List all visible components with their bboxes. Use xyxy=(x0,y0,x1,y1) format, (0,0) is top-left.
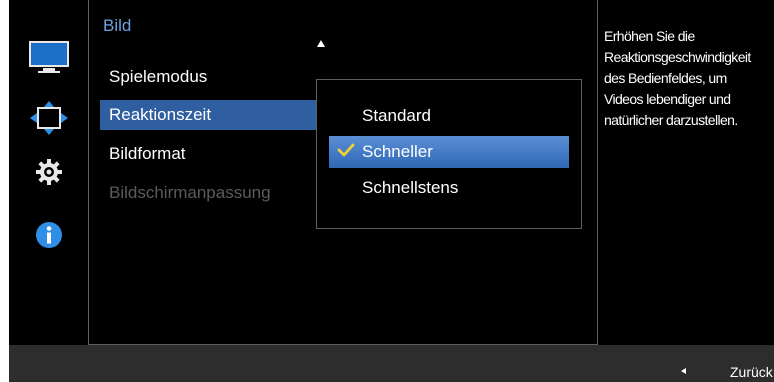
back-button[interactable]: Zurück xyxy=(730,364,773,380)
checkmark-icon xyxy=(337,143,355,157)
gear-icon[interactable] xyxy=(9,154,88,190)
help-line: natürlicher darzustellen. xyxy=(604,112,738,128)
help-line: Reaktionsgeschwindigkeit xyxy=(604,49,751,65)
back-arrow-icon[interactable] xyxy=(681,368,686,374)
option-schneller[interactable]: Schneller xyxy=(362,142,433,162)
bottom-bar xyxy=(9,345,774,382)
menu-item-bildformat[interactable]: Bildformat xyxy=(109,144,186,164)
info-icon[interactable] xyxy=(9,217,88,253)
reaction-time-submenu: Standard Schneller Schnellstens xyxy=(316,79,582,229)
menu-item-spielemodus[interactable]: Spielemodus xyxy=(109,67,207,87)
position-icon[interactable] xyxy=(9,100,88,136)
help-description: Erhöhen Sie die Reaktionsgeschwindigkeit… xyxy=(604,26,769,131)
menu-item-reaktionszeit[interactable]: Reaktionszeit xyxy=(109,105,211,125)
help-line: Erhöhen Sie die xyxy=(604,28,695,44)
panel-title: Bild xyxy=(103,16,132,35)
option-standard[interactable]: Standard xyxy=(362,106,431,126)
scroll-up-arrow-icon[interactable] xyxy=(317,40,325,47)
menu-item-bildschirmanpassung: Bildschirmanpassung xyxy=(109,183,271,202)
picture-icon[interactable] xyxy=(9,39,88,75)
help-line: des Bedienfeldes, um xyxy=(604,70,727,86)
help-line: Videos lebendiger und xyxy=(604,91,731,107)
category-icon-column xyxy=(9,0,88,345)
option-schnellstens[interactable]: Schnellstens xyxy=(362,178,458,198)
